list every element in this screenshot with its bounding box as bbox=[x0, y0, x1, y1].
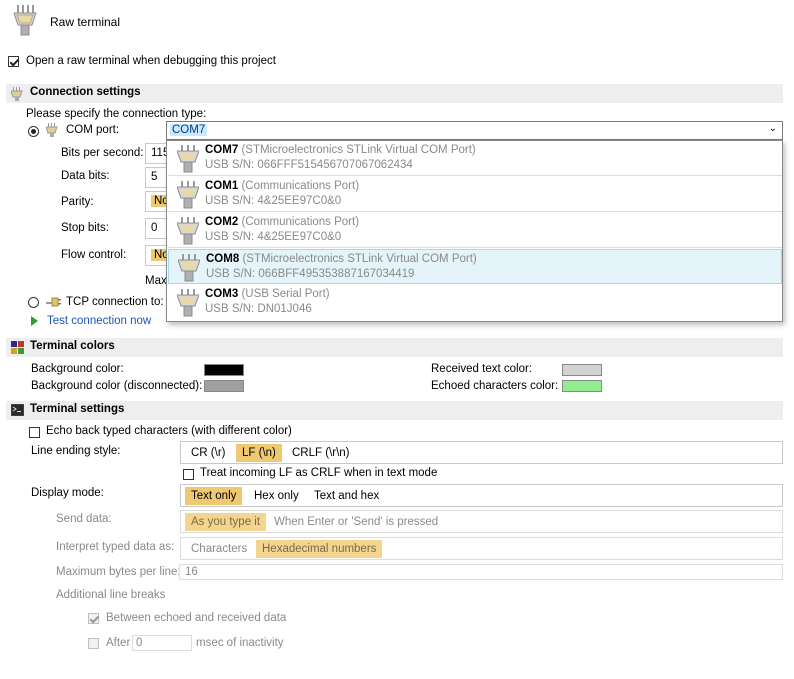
background-color-label: Background color: bbox=[31, 363, 124, 375]
treat-lf-label: Treat incoming LF as CRLF when in text m… bbox=[200, 467, 438, 479]
open-raw-terminal-label: Open a raw terminal when debugging this … bbox=[26, 55, 276, 67]
treat-lf-checkbox[interactable] bbox=[183, 469, 194, 480]
dropdown-item-com2[interactable]: COM2 (Communications Port) USB S/N: 4&25… bbox=[168, 213, 782, 248]
bits-per-second-label: Bits per second: bbox=[61, 147, 144, 159]
after-ms-field[interactable]: 0 bbox=[132, 635, 192, 651]
com-port-radio[interactable] bbox=[28, 126, 39, 137]
send-data-segmented: As you type it When Enter or 'Send' is p… bbox=[180, 510, 783, 533]
serial-connector-icon bbox=[176, 217, 200, 248]
terminal-colors-header: Terminal colors bbox=[6, 338, 783, 357]
dropdown-item-com7[interactable]: COM7 (STMicroelectronics STLink Virtual … bbox=[168, 141, 782, 176]
test-connection-link[interactable]: Test connection now bbox=[47, 315, 151, 327]
tcp-connection-label: TCP connection to: bbox=[66, 296, 164, 308]
com-port-dropdown: COM7 (STMicroelectronics STLink Virtual … bbox=[166, 140, 783, 322]
serial-connector-icon bbox=[176, 289, 200, 320]
serial-connector-icon bbox=[176, 145, 200, 176]
received-text-color-label: Received text color: bbox=[431, 363, 532, 375]
echoed-color-swatch[interactable] bbox=[562, 380, 602, 392]
interpret-label: Interpret typed data as: bbox=[56, 541, 175, 553]
after-suffix-label: msec of inactivity bbox=[196, 637, 284, 649]
line-ending-segmented: CR (\r) LF (\n) CRLF (\r\n) bbox=[180, 441, 783, 464]
send-data-label: Send data: bbox=[56, 513, 112, 525]
echo-back-checkbox[interactable] bbox=[29, 427, 40, 438]
serial-connector-icon bbox=[13, 5, 37, 40]
additional-breaks-label: Additional line breaks bbox=[56, 589, 166, 601]
send-data-on-enter[interactable]: When Enter or 'Send' is pressed bbox=[268, 513, 444, 531]
display-mode-segmented: Text only Hex only Text and hex bbox=[180, 484, 783, 507]
com-port-label: COM port: bbox=[66, 124, 120, 136]
background-disconnected-swatch[interactable] bbox=[204, 380, 244, 392]
echoed-color-label: Echoed characters color: bbox=[431, 380, 559, 392]
terminal-icon bbox=[10, 403, 25, 419]
parity-label: Parity: bbox=[61, 196, 94, 208]
com-port-icon bbox=[45, 123, 58, 140]
line-ending-label: Line ending style: bbox=[31, 445, 121, 457]
background-color-swatch[interactable] bbox=[204, 364, 244, 376]
flow-control-label: Flow control: bbox=[61, 249, 127, 261]
between-checkbox[interactable] bbox=[88, 613, 99, 624]
com-port-combobox[interactable]: COM7 ⌄ bbox=[166, 121, 783, 140]
plug-icon bbox=[46, 296, 62, 311]
display-mode-label: Display mode: bbox=[31, 487, 104, 499]
send-data-as-you-type[interactable]: As you type it bbox=[185, 513, 267, 531]
max-bytes-label: Maximum bytes per line: bbox=[56, 566, 181, 578]
line-ending-lf[interactable]: LF (\n) bbox=[236, 444, 282, 462]
between-label: Between echoed and received data bbox=[106, 612, 287, 624]
echo-back-label: Echo back typed characters (with differe… bbox=[46, 425, 292, 437]
interpret-segmented: Characters Hexadecimal numbers bbox=[180, 537, 783, 560]
interpret-characters[interactable]: Characters bbox=[185, 540, 253, 558]
play-icon bbox=[31, 316, 38, 326]
display-mode-text-only[interactable]: Text only bbox=[185, 487, 243, 505]
palette-icon bbox=[11, 341, 24, 357]
open-raw-terminal-checkbox[interactable] bbox=[8, 56, 19, 67]
max-bytes-field[interactable]: 16 bbox=[179, 564, 783, 580]
stop-bits-label: Stop bits: bbox=[61, 222, 109, 234]
data-bits-label: Data bits: bbox=[61, 170, 110, 182]
page-title: Raw terminal bbox=[50, 15, 121, 29]
serial-connector-icon bbox=[176, 181, 200, 212]
interpret-hex[interactable]: Hexadecimal numbers bbox=[256, 540, 383, 558]
serial-connector-icon bbox=[10, 87, 23, 104]
dropdown-item-com1[interactable]: COM1 (Communications Port) USB S/N: 4&25… bbox=[168, 177, 782, 212]
line-ending-cr[interactable]: CR (\r) bbox=[185, 444, 232, 462]
serial-connector-icon bbox=[177, 254, 201, 285]
chevron-down-icon[interactable]: ⌄ bbox=[769, 123, 777, 134]
display-mode-hex-only[interactable]: Hex only bbox=[248, 487, 305, 505]
after-checkbox[interactable] bbox=[88, 638, 99, 649]
after-label: After bbox=[106, 637, 131, 649]
received-text-color-swatch[interactable] bbox=[562, 364, 602, 376]
line-ending-crlf[interactable]: CRLF (\r\n) bbox=[286, 444, 356, 462]
com-port-selected-value: COM7 bbox=[170, 124, 208, 136]
display-mode-text-and-hex[interactable]: Text and hex bbox=[308, 487, 385, 505]
dropdown-item-com3[interactable]: COM3 (USB Serial Port) USB S/N: DN01J046 bbox=[168, 285, 782, 320]
max-label: Max bbox=[145, 275, 167, 287]
dropdown-item-com8[interactable]: COM8 (STMicroelectronics STLink Virtual … bbox=[168, 249, 782, 284]
connection-type-prompt: Please specify the connection type: bbox=[26, 108, 207, 120]
tcp-connection-radio[interactable] bbox=[28, 297, 39, 308]
terminal-settings-header: Terminal settings bbox=[6, 401, 783, 420]
connection-settings-header: Connection settings bbox=[6, 84, 783, 103]
background-disconnected-label: Background color (disconnected): bbox=[31, 380, 203, 392]
